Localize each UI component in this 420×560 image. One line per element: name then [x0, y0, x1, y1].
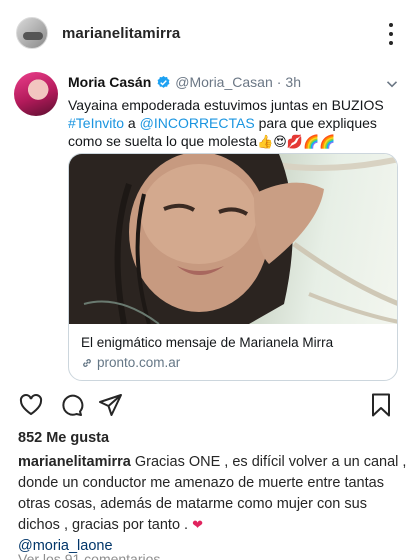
avatar[interactable]	[16, 17, 48, 49]
tweet-header: Moria Casán @Moria_Casan · 3h	[68, 74, 406, 90]
heart-icon[interactable]	[18, 392, 44, 418]
tweet-text-line3: como se suelta lo que molesta👍😍💋🌈🌈	[68, 133, 336, 150]
like-count[interactable]: 852 Me gusta	[18, 430, 109, 446]
tweet-handle[interactable]: @Moria_Casan	[175, 74, 272, 90]
link-icon	[83, 358, 91, 367]
bookmark-icon[interactable]	[368, 392, 394, 418]
more-options-icon[interactable]	[388, 23, 394, 45]
heart-emoji: ❤	[192, 518, 203, 533]
tweet-separator: ·	[276, 74, 282, 90]
view-comments-link[interactable]: Ver los 91 comentarios	[18, 551, 160, 560]
caption-username[interactable]: marianelitamirra	[18, 454, 131, 470]
card-domain: pronto.com.ar	[81, 355, 180, 370]
post-header: marianelitamirra	[0, 0, 420, 66]
tweet-text-line2: #TeInvito a @INCORRECTAS para que expliq…	[68, 115, 377, 131]
post-caption: marianelitamirra Gracias ONE , es difíci…	[18, 452, 410, 557]
tweet-timestamp[interactable]: 3h	[285, 74, 301, 90]
tweet-text-line1: Vayaina empoderada estuvimos juntas en B…	[68, 97, 384, 113]
card-image	[69, 154, 397, 324]
comment-icon[interactable]	[58, 392, 84, 418]
chevron-down-icon[interactable]	[386, 78, 398, 90]
tweet-hashtag[interactable]: #TeInvito	[68, 115, 124, 131]
tweet-avatar[interactable]	[14, 72, 58, 116]
action-bar	[0, 392, 420, 420]
tweet-emojis: 👍😍💋🌈🌈	[257, 135, 336, 150]
verified-icon	[157, 75, 170, 88]
post-username[interactable]: marianelitamirra	[62, 25, 180, 42]
share-icon[interactable]	[98, 392, 124, 418]
embedded-tweet: Moria Casán @Moria_Casan · 3h Vayaina em…	[0, 66, 420, 386]
tweet-author-name[interactable]: Moria Casán	[68, 74, 151, 90]
tweet-mention[interactable]: @INCORRECTAS	[140, 115, 255, 131]
link-card[interactable]: El enigmático mensaje de Marianela Mirra…	[68, 153, 398, 381]
tweet-text: Vayaina empoderada estuvimos juntas en B…	[68, 96, 398, 152]
card-title: El enigmático mensaje de Marianela Mirra	[81, 335, 334, 350]
